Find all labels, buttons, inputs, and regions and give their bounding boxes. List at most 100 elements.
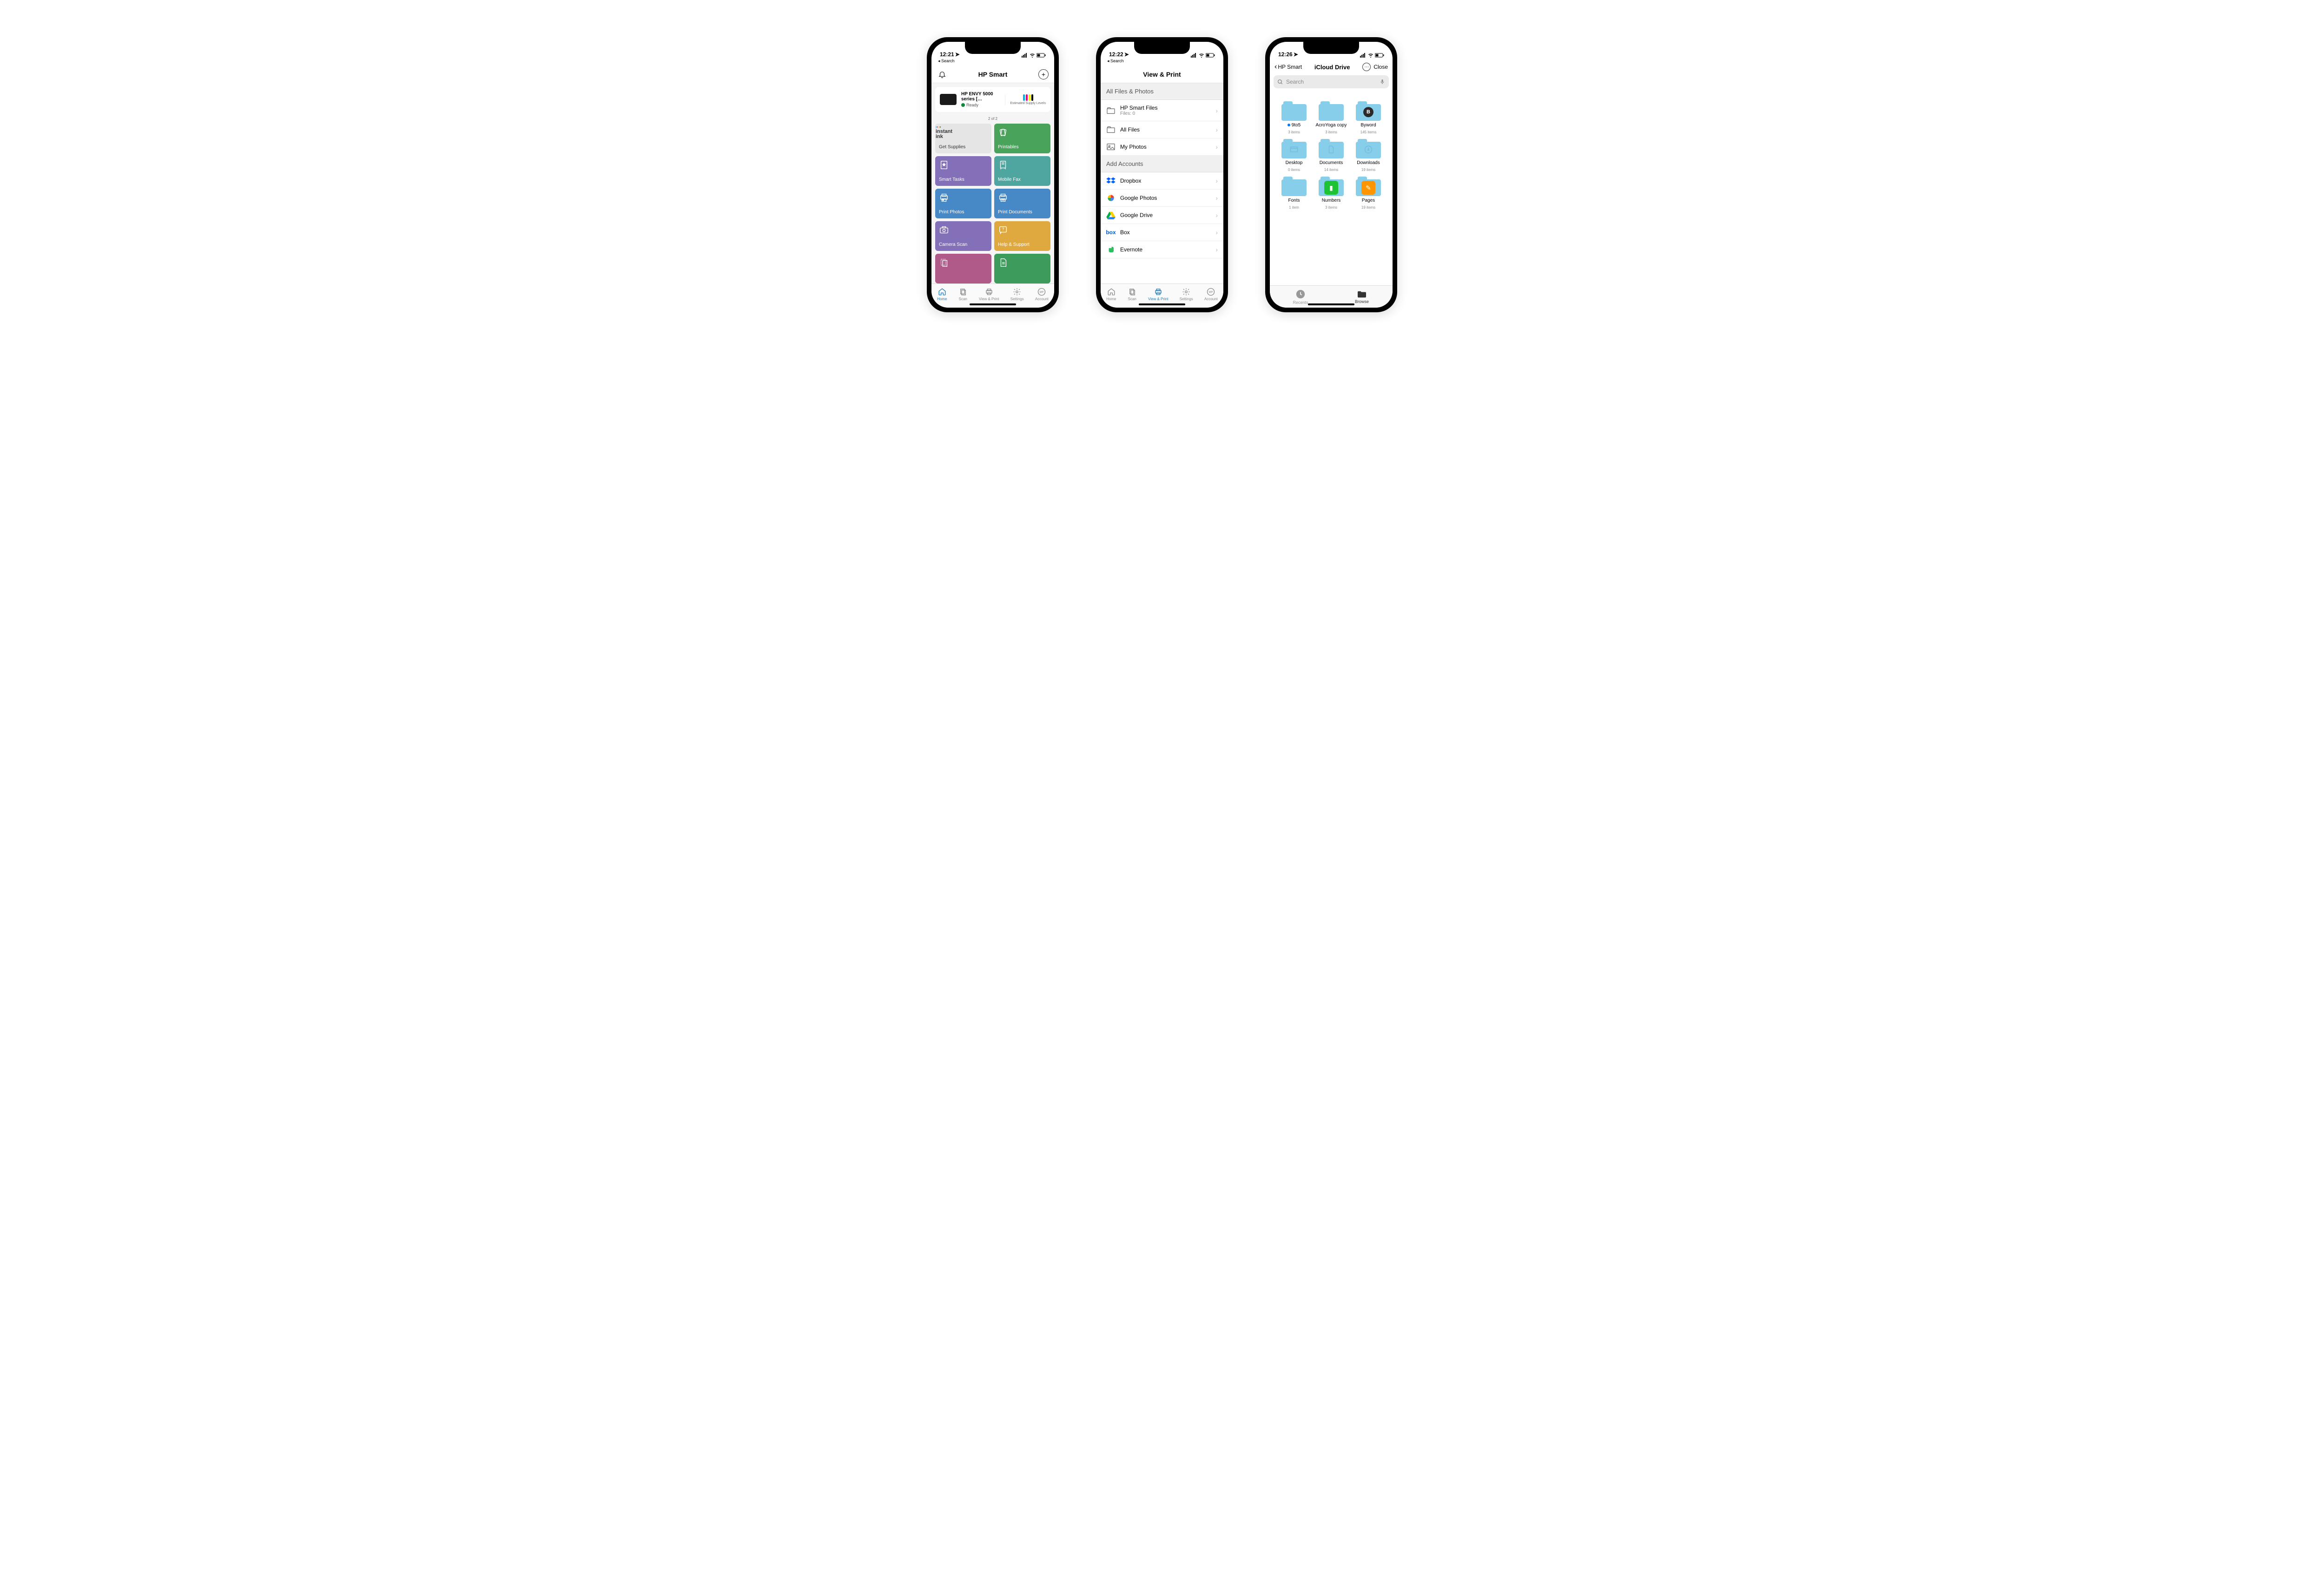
tab-view-print[interactable]: View & Print <box>979 288 999 301</box>
tile-print-photos[interactable]: Print Photos <box>935 189 991 218</box>
row-google-photos[interactable]: Google Photos› <box>1101 190 1223 207</box>
row-all-files[interactable]: All Files› <box>1101 121 1223 138</box>
close-button[interactable]: Close <box>1373 64 1388 70</box>
status-icons <box>1022 53 1046 58</box>
header: HP Smart + <box>931 66 1054 83</box>
location-icon: ➤ <box>1294 51 1298 58</box>
folder-9to5[interactable]: 9to53 items <box>1276 101 1312 134</box>
phone-1: 12:21➤ ◂ Search HP Smart + HP ENVY 5000 … <box>927 37 1059 312</box>
svg-text:?: ? <box>1002 227 1004 231</box>
back-to-search[interactable]: ◂ Search <box>1101 59 1223 66</box>
printer-card[interactable]: HP ENVY 5000 series [… Ready Estimated S… <box>935 87 1050 112</box>
folder-icon <box>1281 101 1307 121</box>
doc-icon <box>998 257 1008 268</box>
home-indicator[interactable] <box>1139 303 1185 305</box>
tab-home[interactable]: Home <box>1106 288 1116 301</box>
tile-camera-scan[interactable]: Camera Scan <box>935 221 991 251</box>
photo-icon <box>1106 143 1116 151</box>
folder-acroyoga-copy[interactable]: AcroYoga copy3 items <box>1314 101 1349 134</box>
page-title: iCloud Drive <box>1305 64 1360 71</box>
section-all-files: All Files & Photos <box>1101 83 1223 100</box>
tab-home[interactable]: Home <box>937 288 947 301</box>
tile-mobile-fax[interactable]: Mobile Fax <box>994 156 1050 186</box>
notifications-icon[interactable] <box>937 69 947 79</box>
print-doc-icon <box>998 192 1008 203</box>
folder-downloads[interactable]: Downloads19 items <box>1351 139 1386 172</box>
folder-fonts[interactable]: Fonts1 item <box>1276 177 1312 210</box>
home-indicator[interactable] <box>970 303 1016 305</box>
tile-[interactable] <box>935 254 991 283</box>
printer-image <box>940 94 957 105</box>
folder-icon <box>1319 139 1344 158</box>
nav-bar: ‹HP Smart iCloud Drive ⋯ Close <box>1270 59 1393 75</box>
folder-icon: B <box>1356 101 1381 121</box>
tile-get-supplies[interactable]: ••••instantinkGet Supplies <box>935 124 991 153</box>
row-my-photos[interactable]: My Photos› <box>1101 138 1223 156</box>
instant-ink-icon: ••••instantink <box>939 127 949 138</box>
folder-desktop[interactable]: Desktop0 items <box>1276 139 1312 172</box>
folder-icon <box>1281 177 1307 196</box>
tile-grid: ••••instantinkGet SuppliesPrintablesSmar… <box>931 124 1054 283</box>
row-dropbox[interactable]: Dropbox› <box>1101 172 1223 190</box>
folder-icon: ✎ <box>1356 177 1381 196</box>
folder-pages[interactable]: ✎Pages19 items <box>1351 177 1386 210</box>
gdrive-icon <box>1106 211 1116 219</box>
help-icon: ? <box>998 225 1008 235</box>
back-button[interactable]: ‹HP Smart <box>1274 63 1302 71</box>
tile-printables[interactable]: Printables <box>994 124 1050 153</box>
chevron-right-icon: › <box>1215 194 1218 202</box>
cards-icon <box>998 127 1008 138</box>
status-bar: 12:21➤ <box>931 42 1054 59</box>
printer-status: Ready <box>961 103 1000 107</box>
tab-account[interactable]: MPAccount <box>1204 288 1218 301</box>
status-bar: 12:26➤ <box>1270 42 1393 59</box>
supply-levels[interactable]: Estimated Supply Levels <box>1005 94 1046 105</box>
status-icons <box>1360 53 1384 58</box>
pager: 2 of 2 <box>931 116 1054 124</box>
back-to-search[interactable]: ◂ Search <box>931 59 1054 66</box>
svg-text:MP: MP <box>1040 291 1044 294</box>
svg-text:MP: MP <box>1209 291 1213 294</box>
more-icon[interactable]: ⋯ <box>1362 63 1371 71</box>
folder-byword[interactable]: BByword145 items <box>1351 101 1386 134</box>
status-time: 12:21 <box>940 51 954 58</box>
folder-icon <box>1319 101 1344 121</box>
ink-bars <box>1010 94 1046 101</box>
page-title: View & Print <box>1106 71 1218 78</box>
tab-scan[interactable]: Scan <box>958 288 968 301</box>
status-icons <box>1191 53 1215 58</box>
chevron-right-icon: › <box>1215 246 1218 253</box>
tab-settings[interactable]: Settings <box>1180 288 1193 301</box>
folder-documents[interactable]: Documents14 items <box>1314 139 1349 172</box>
dropbox-icon <box>1106 177 1116 184</box>
tab-account[interactable]: MPAccount <box>1035 288 1049 301</box>
row-google-drive[interactable]: Google Drive› <box>1101 207 1223 224</box>
tab-view-print[interactable]: View & Print <box>1148 288 1168 301</box>
printer-name: HP ENVY 5000 series [… <box>961 92 1000 102</box>
page-title: HP Smart <box>947 71 1038 78</box>
row-box[interactable]: boxBox› <box>1101 224 1223 241</box>
folder-icon: ▮ <box>1319 177 1344 196</box>
row-evernote[interactable]: Evernote› <box>1101 241 1223 258</box>
folder-icon <box>1106 126 1116 133</box>
tile-[interactable] <box>994 254 1050 283</box>
location-icon: ➤ <box>1124 51 1129 58</box>
tab-scan[interactable]: Scan <box>1128 288 1137 301</box>
print-photo-icon <box>939 192 949 203</box>
tile-smart-tasks[interactable]: Smart Tasks <box>935 156 991 186</box>
add-button[interactable]: + <box>1038 69 1049 79</box>
phone-3: 12:26➤ ‹HP Smart iCloud Drive ⋯ Close Se… <box>1265 37 1397 312</box>
tile-help-&-support[interactable]: ?Help & Support <box>994 221 1050 251</box>
home-indicator[interactable] <box>1308 303 1354 305</box>
box-icon: box <box>1106 229 1116 236</box>
tile-print-documents[interactable]: Print Documents <box>994 189 1050 218</box>
folder-numbers[interactable]: ▮Numbers3 items <box>1314 177 1349 210</box>
search-input[interactable]: Search <box>1274 75 1389 88</box>
tab-settings[interactable]: Settings <box>1010 288 1024 301</box>
header: View & Print <box>1101 66 1223 83</box>
list-files: HP Smart FilesFiles: 0›All Files›My Phot… <box>1101 100 1223 156</box>
row-hp-smart-files[interactable]: HP Smart FilesFiles: 0› <box>1101 100 1223 121</box>
folder-icon <box>1281 139 1307 158</box>
chevron-right-icon: › <box>1215 143 1218 151</box>
mic-icon[interactable] <box>1380 79 1385 85</box>
